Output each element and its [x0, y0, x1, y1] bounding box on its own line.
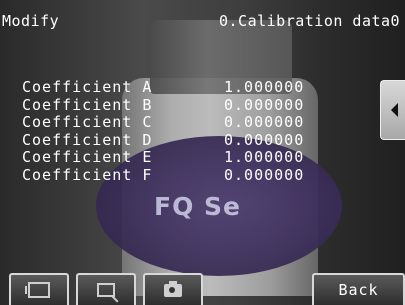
coefficient-row-e[interactable]: Coefficient E 1.000000: [22, 148, 322, 166]
coefficient-label: Coefficient C: [22, 113, 153, 131]
coefficient-label: Coefficient F: [22, 165, 153, 184]
coefficient-row-f[interactable]: Coefficient F 0.000000: [22, 166, 322, 184]
header: Modify 0.Calibration data0: [0, 0, 405, 36]
side-panel-toggle[interactable]: [380, 80, 405, 140]
coefficient-value[interactable]: 0.000000: [224, 113, 304, 131]
coefficient-label: Coefficient A: [22, 78, 153, 96]
fit-frame-button[interactable]: [9, 273, 69, 305]
capture-button[interactable]: [143, 273, 203, 305]
zoom-icon: [97, 283, 115, 297]
coefficient-row-d[interactable]: Coefficient D 0.000000: [22, 131, 322, 149]
fit-frame-icon: [25, 282, 50, 298]
coefficient-row-b[interactable]: Coefficient B 0.000000: [22, 96, 322, 114]
coefficient-row-c[interactable]: Coefficient C 0.000000: [22, 113, 322, 131]
coefficient-value[interactable]: 0.000000: [224, 166, 304, 184]
coefficient-value[interactable]: 0.000000: [224, 131, 304, 149]
coefficient-label: Coefficient D: [22, 130, 153, 149]
coefficient-value[interactable]: 1.000000: [224, 78, 304, 96]
coefficient-row-a[interactable]: Coefficient A 1.000000: [22, 78, 322, 96]
zoom-button[interactable]: [76, 273, 136, 305]
coefficient-list: Coefficient A 1.000000 Coefficient B 0.0…: [22, 78, 322, 184]
camera-icon: [164, 280, 182, 297]
coefficient-value[interactable]: 0.000000: [224, 96, 304, 114]
back-button[interactable]: Back: [312, 273, 405, 305]
bottle-label-text: FQ Se: [154, 192, 241, 221]
coefficient-value[interactable]: 1.000000: [224, 148, 304, 166]
coefficient-label: Coefficient B: [22, 95, 153, 114]
mode-title: Modify: [2, 12, 60, 30]
coefficient-label: Coefficient E: [22, 148, 153, 166]
section-title: 0.Calibration data0: [219, 12, 401, 30]
chevron-left-icon: [390, 103, 398, 117]
